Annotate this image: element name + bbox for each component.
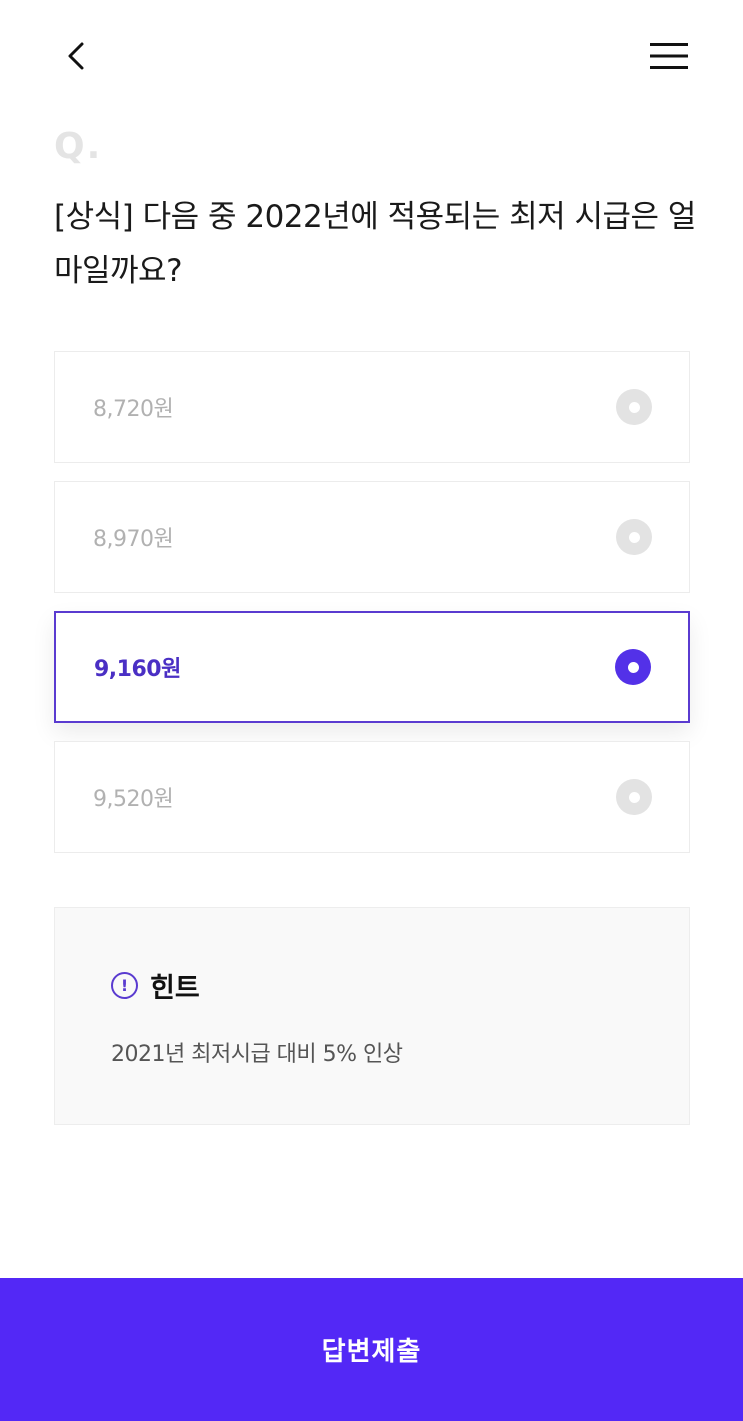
hint-text: 2021년 최저시급 대비 5% 인상 bbox=[111, 1042, 403, 1067]
question-text: [상식] 다음 중 2022년에 적용되는 최저 시급은 얼마일까요? bbox=[54, 199, 696, 289]
option-label: 8,970원 bbox=[93, 527, 174, 552]
back-button[interactable] bbox=[52, 32, 100, 80]
quiz-page: Q. [상식] 다음 중 2022년에 적용되는 최저 시급은 얼마일까요? 8… bbox=[0, 0, 743, 1421]
option-label: 9,520원 bbox=[93, 787, 174, 812]
radio-unselected-icon bbox=[616, 389, 652, 425]
radio-unselected-icon bbox=[616, 519, 652, 555]
hint-header: ! 힌트 bbox=[111, 966, 200, 1005]
exclamation-circle-icon: ! bbox=[111, 972, 138, 999]
radio-selected-icon bbox=[615, 649, 651, 685]
option-1[interactable]: 8,720원 bbox=[54, 351, 690, 463]
option-3[interactable]: 9,160원 bbox=[54, 611, 690, 723]
menu-button[interactable] bbox=[644, 32, 694, 80]
question-marker: Q. bbox=[54, 126, 103, 167]
chevron-left-icon bbox=[68, 42, 84, 70]
option-label: 9,160원 bbox=[94, 657, 181, 682]
hint-title: 힌트 bbox=[150, 973, 200, 1004]
submit-answer-button[interactable]: 답변제출 bbox=[0, 1278, 743, 1421]
radio-unselected-icon bbox=[616, 779, 652, 815]
hamburger-menu-icon bbox=[650, 43, 688, 69]
hint-box: ! 힌트 2021년 최저시급 대비 5% 인상 bbox=[54, 907, 690, 1125]
option-2[interactable]: 8,970원 bbox=[54, 481, 690, 593]
option-label: 8,720원 bbox=[93, 397, 174, 422]
option-4[interactable]: 9,520원 bbox=[54, 741, 690, 853]
